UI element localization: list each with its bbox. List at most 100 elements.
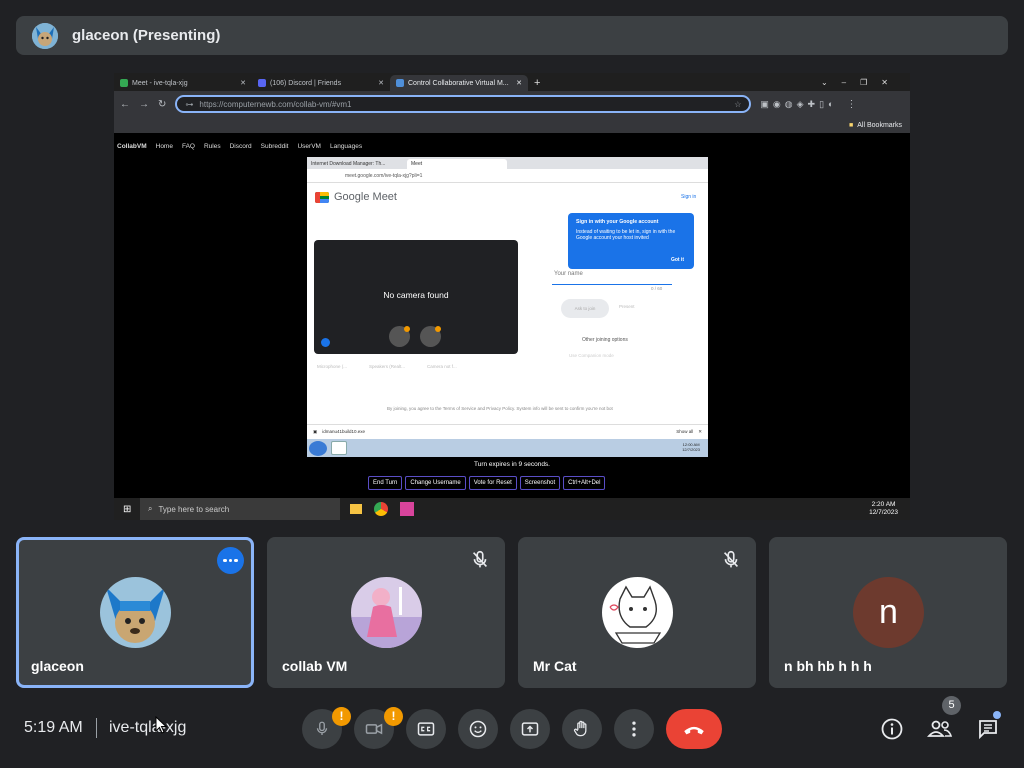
vm-mic-button[interactable]: [389, 326, 410, 347]
camera-button[interactable]: !: [354, 707, 403, 749]
end-turn-button[interactable]: End Turn: [368, 476, 403, 490]
microphone-warning-icon: !: [332, 707, 351, 726]
vm-tab-idm[interactable]: Internet Download Manager: Th...: [307, 159, 407, 169]
kebab-menu-icon: [632, 721, 636, 737]
meeting-code: ive-tqla-xjg: [109, 719, 187, 736]
new-tab-icon[interactable]: +: [534, 77, 540, 89]
microphone-button[interactable]: !: [302, 707, 351, 749]
folder-icon: ■: [849, 121, 854, 129]
vm-camera-button[interactable]: [420, 326, 441, 347]
site-info-icon[interactable]: ⊶: [185, 100, 193, 109]
chat-button[interactable]: [975, 716, 1001, 742]
extension-icons[interactable]: ▣◉◍◈✚▯◐: [760, 99, 837, 110]
participant-tile-collab-vm[interactable]: collab VM: [267, 537, 505, 688]
discord-favicon-icon: [258, 79, 266, 87]
vm-chrome-icon[interactable]: [331, 441, 347, 455]
present-screen-button[interactable]: [510, 709, 550, 749]
collabvm-taskbar-icon[interactable]: [400, 502, 414, 516]
download-file-icon: ▣: [313, 428, 318, 434]
tooltip-body: Instead of waiting to be let in, sign in…: [576, 229, 676, 241]
shared-screen: Meet - ive-tqla-xjg ✕ (106) Discord | Fri…: [114, 73, 910, 520]
collabvm-brand[interactable]: CollabVM: [117, 143, 147, 150]
nav-faq[interactable]: FAQ: [182, 143, 195, 150]
people-button[interactable]: [927, 716, 953, 742]
nav-languages[interactable]: Languages: [330, 143, 362, 150]
meet-favicon-icon: [120, 79, 128, 87]
raise-hand-button[interactable]: [562, 709, 602, 749]
mic-off-icon: [472, 550, 488, 568]
presenter-avatar: [32, 22, 58, 49]
vm-name-input[interactable]: Your name: [552, 265, 672, 285]
vm-start-icon[interactable]: [309, 440, 327, 456]
tab-close-icon[interactable]: ✕: [516, 79, 522, 87]
mic-off-icon: [723, 550, 739, 568]
meet-logo-icon: [315, 191, 329, 203]
bookmark-star-icon[interactable]: ☆: [734, 100, 741, 109]
forward-icon[interactable]: →: [139, 99, 149, 110]
taskbar-search-placeholder: Type here to search: [158, 504, 230, 514]
people-icon: [927, 720, 953, 737]
windows-start-icon[interactable]: ⊞: [123, 504, 131, 515]
browser-toolbar: ← → ↻ ⊶ https://computernewb.com/collab-…: [114, 91, 910, 117]
meet-title: Google Meet: [334, 191, 397, 203]
taskbar-search-box[interactable]: ⌕ Type here to search: [140, 498, 340, 520]
nav-discord[interactable]: Discord: [230, 143, 252, 150]
file-explorer-icon[interactable]: [350, 504, 362, 514]
vm-camera-select[interactable]: Camera not f...: [427, 364, 457, 369]
show-all-button[interactable]: Show all: [676, 429, 693, 434]
download-bar: ▣ idmanu41build10.exe Show all ✕: [307, 424, 708, 438]
download-close-icon[interactable]: ✕: [698, 429, 702, 435]
chrome-taskbar-icon[interactable]: [374, 502, 388, 516]
browser-tab-meet[interactable]: Meet - ive-tqla-xjg ✕: [114, 75, 252, 91]
tooltip-got-it-button[interactable]: Got it: [671, 257, 684, 263]
browser-tab-discord[interactable]: (106) Discord | Friends ✕: [252, 75, 390, 91]
captions-button[interactable]: [406, 709, 446, 749]
participant-name: glaceon: [31, 658, 84, 674]
sign-in-tooltip: Sign in with your Google account Instead…: [568, 213, 694, 269]
other-joining-options: Other joining options: [582, 337, 628, 343]
tab-close-icon[interactable]: ✕: [240, 79, 246, 87]
monitor-favicon-icon: [396, 79, 404, 87]
participant-name: Mr Cat: [533, 658, 577, 674]
ctrl-alt-del-button[interactable]: Ctrl+Alt+Del: [563, 476, 606, 490]
closed-captions-icon: [417, 722, 435, 736]
vm-effects-icon[interactable]: [321, 338, 330, 347]
vm-address-bar[interactable]: meet.google.com/ive-tqla-xjg?pli=1: [307, 169, 708, 183]
present-button[interactable]: Present: [619, 304, 635, 309]
leave-call-button[interactable]: [666, 709, 722, 749]
vm-mic-select[interactable]: Microphone (...: [317, 364, 347, 369]
vm-speaker-select[interactable]: Speakers (Realt...: [369, 364, 405, 369]
change-username-button[interactable]: Change Username: [405, 476, 466, 490]
all-bookmarks-link[interactable]: All Bookmarks: [857, 122, 902, 129]
download-filename[interactable]: idmanu41build10.exe: [322, 429, 365, 434]
vote-reset-button[interactable]: Vote for Reset: [468, 476, 517, 490]
reload-icon[interactable]: ↻: [158, 99, 166, 110]
participant-tile-glaceon[interactable]: glaceon: [16, 537, 254, 688]
companion-mode-link[interactable]: Use Companion mode: [569, 353, 614, 358]
more-options-button[interactable]: [217, 547, 244, 574]
menu-kebab-icon[interactable]: ⋮: [846, 99, 856, 110]
participant-name: n bh hb h h h: [784, 658, 872, 674]
meeting-details-button[interactable]: [879, 716, 905, 742]
tab-close-icon[interactable]: ✕: [378, 79, 384, 87]
nav-rules[interactable]: Rules: [204, 143, 221, 150]
more-options-menu-button[interactable]: [614, 709, 654, 749]
vm-taskbar: 12:00 AM 12/7/2023: [307, 439, 708, 457]
screenshot-button[interactable]: Screenshot: [519, 476, 561, 490]
ask-to-join-button[interactable]: Ask to join: [561, 299, 609, 318]
participant-tile-mr-cat[interactable]: Mr Cat: [518, 537, 756, 688]
participant-tile-n[interactable]: n n bh hb h h h: [769, 537, 1007, 688]
taskbar-clock: 2:20 AM 12/7/2023: [869, 501, 898, 517]
vm-screen[interactable]: Internet Download Manager: Th... Meet me…: [307, 157, 708, 457]
vm-sign-in-link[interactable]: Sign in: [681, 194, 696, 200]
address-bar[interactable]: ⊶ https://computernewb.com/collab-vm/#vm…: [175, 95, 752, 113]
browser-tab-collabvm[interactable]: Control Collaborative Virtual M... ✕: [390, 75, 528, 91]
emoji-reactions-button[interactable]: [458, 709, 498, 749]
nav-uservm[interactable]: UserVM: [297, 143, 320, 150]
window-controls[interactable]: ⌄–❐✕: [821, 78, 910, 87]
nav-home[interactable]: Home: [156, 143, 173, 150]
nav-subreddit[interactable]: Subreddit: [261, 143, 289, 150]
taskbar-date: 12/7/2023: [869, 509, 898, 516]
back-icon[interactable]: ←: [120, 99, 130, 110]
vm-tab-meet[interactable]: Meet: [407, 159, 507, 169]
